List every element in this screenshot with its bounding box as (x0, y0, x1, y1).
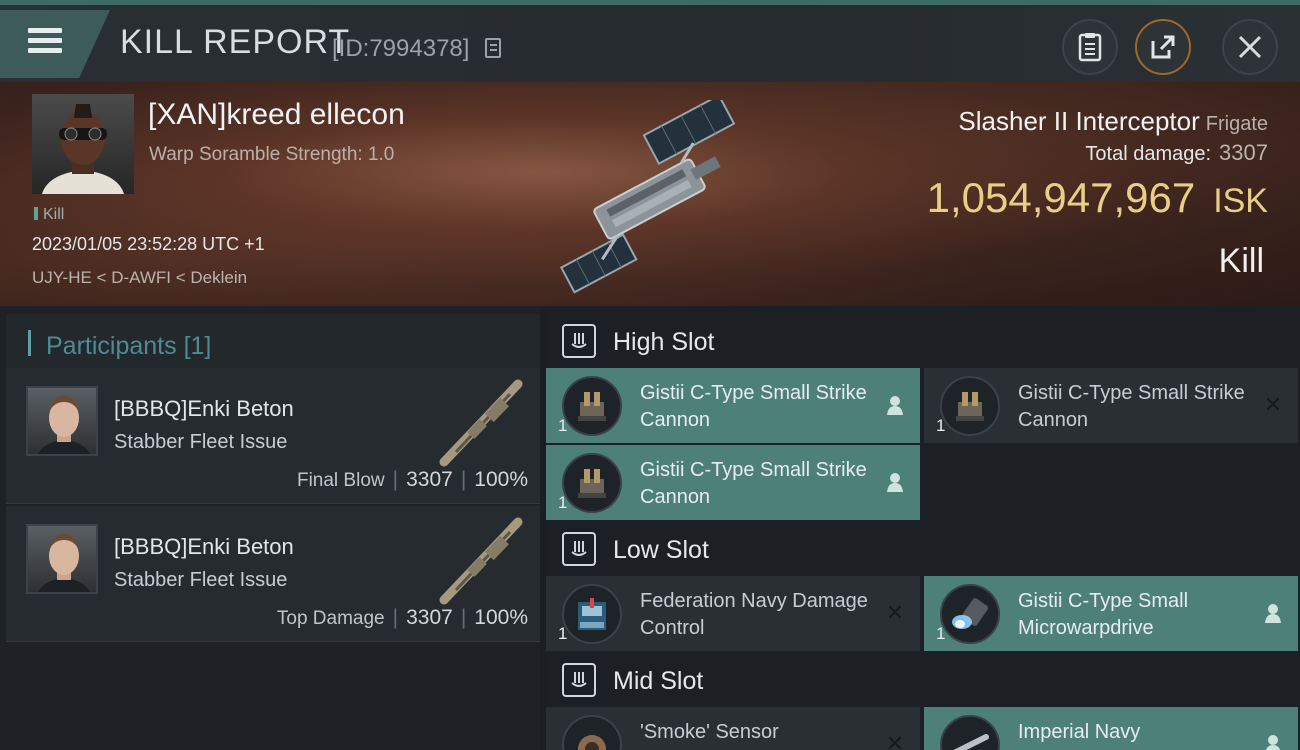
window-title: KILL REPORT (120, 23, 351, 61)
module-low-2[interactable]: 1 Gistii C-Type Small Microwarpdrive (924, 576, 1298, 651)
microwarpdrive-icon (940, 584, 1000, 644)
module-mid-2[interactable]: Imperial Navy (924, 707, 1298, 750)
victim-banner: [XAN]kreed ellecon Warp Soramble Strengt… (0, 82, 1300, 306)
participant-ship[interactable]: Stabber Fleet Issue (114, 569, 287, 592)
module-high-3[interactable]: 1 Gistii C-Type Small Strike Cannon (546, 445, 920, 520)
person-icon (1262, 602, 1284, 624)
module-low-1[interactable]: 1 Federation Navy Damage Control ✕ (546, 576, 920, 651)
kill-datetime: 2023/01/05 23:52:28 UTC +1 (32, 234, 265, 254)
destroyed-x-icon: ✕ (885, 600, 905, 626)
participant-damage: 3307 (406, 606, 453, 629)
high-slot-icon (562, 324, 596, 358)
mid-slot-title: Mid Slot (613, 667, 704, 695)
weapon-icon (439, 379, 523, 467)
participant-percent: 100% (474, 606, 528, 629)
participant-row[interactable]: [BBBQ]Enki Beton Stabber Fleet Issue Fin… (6, 368, 540, 504)
copy-icon[interactable] (485, 38, 501, 58)
mid-slot-icon (562, 663, 596, 697)
participant-stats: Top Damage | 3307 | 100% (276, 606, 528, 629)
module-name: 'Smoke' Sensor (640, 721, 779, 743)
module-name: Gistii C-Type Small Microwarpdrive (1018, 590, 1189, 639)
module-name: Imperial Navy (1018, 721, 1141, 743)
participant-name[interactable]: [BBBQ]Enki Beton (114, 534, 294, 560)
person-icon (884, 394, 906, 416)
person-icon (1262, 733, 1284, 750)
kill-location[interactable]: UJY-HE < D-AWFI < Deklein (32, 268, 247, 288)
cannon-icon (562, 453, 622, 513)
module-mid-1[interactable]: 'Smoke' Sensor ✕ (546, 707, 920, 750)
module-high-1[interactable]: 1 Gistii C-Type Small Strike Cannon (546, 368, 920, 443)
report-id: [ID:7994378] (332, 35, 470, 62)
participant-row[interactable]: [BBBQ]Enki Beton Stabber Fleet Issue Top… (6, 506, 540, 642)
report-log-button[interactable] (1062, 19, 1118, 75)
close-button[interactable] (1222, 19, 1278, 75)
participants-count: [1] (183, 332, 212, 360)
participant-damage: 3307 (406, 468, 453, 491)
cannon-icon (562, 376, 622, 436)
total-damage: Total damage: 3307 (1085, 140, 1268, 165)
participant-portrait[interactable] (26, 386, 98, 456)
mid-slot-header: Mid Slot (546, 649, 1300, 711)
menu-button[interactable] (0, 10, 110, 78)
participant-ship[interactable]: Stabber Fleet Issue (114, 431, 287, 454)
participant-role: Final Blow (296, 470, 385, 491)
cannon-icon (940, 376, 1000, 436)
module-high-2[interactable]: 1 Gistii C-Type Small Strike Cannon ✕ (924, 368, 1298, 443)
participant-stats: Final Blow | 3307 | 100% (296, 468, 528, 491)
high-slot-title: High Slot (613, 328, 715, 356)
module-name: Federation Navy Damage Control (640, 590, 868, 639)
high-slot-header: High Slot (546, 310, 1300, 372)
victim-name[interactable]: [XAN]kreed ellecon (148, 98, 405, 132)
destroyed-x-icon: ✕ (1263, 392, 1283, 418)
warp-scramble-strength: Warp Soramble Strength: 1.0 (149, 144, 395, 165)
low-slot-icon (562, 532, 596, 566)
participant-percent: 100% (474, 468, 528, 491)
close-icon (1238, 35, 1262, 59)
damage-control-icon (562, 584, 622, 644)
low-slot-header: Low Slot (546, 518, 1300, 580)
result-label: Kill (1218, 242, 1264, 280)
ship-render (559, 100, 736, 294)
low-slot-title: Low Slot (613, 536, 709, 564)
sensor-icon (562, 715, 622, 750)
participant-portrait[interactable] (26, 524, 98, 594)
victim-portrait[interactable] (32, 94, 134, 194)
share-button[interactable] (1135, 19, 1191, 75)
participant-role: Top Damage (276, 608, 385, 629)
ship-class: Frigate (1205, 113, 1268, 135)
ship-name[interactable]: Slasher II Interceptor Frigate (958, 106, 1268, 137)
document-icon (1078, 33, 1102, 62)
title-bar: KILL REPORT [ID:7994378] (0, 0, 1300, 82)
module-name: Gistii C-Type Small Strike Cannon (640, 382, 867, 431)
share-icon (1151, 35, 1175, 59)
participant-name[interactable]: [BBBQ]Enki Beton (114, 396, 294, 422)
participants-panel: Participants [1] [BBBQ]Enki Beton Stabbe… (0, 306, 540, 750)
person-icon (884, 471, 906, 493)
module-icon (940, 715, 1000, 750)
participants-header: Participants [1] (6, 314, 540, 370)
fitting-panel: High Slot 1 Gistii C-Type Small Strike C… (546, 306, 1300, 750)
participants-title: Participants (46, 332, 177, 360)
isk-value: 1,054,947,967 ISK (926, 174, 1268, 221)
module-name: Gistii C-Type Small Strike Cannon (1018, 382, 1245, 431)
destroyed-x-icon: ✕ (885, 731, 905, 750)
module-name: Gistii C-Type Small Strike Cannon (640, 459, 867, 508)
weapon-icon (439, 517, 523, 605)
kill-tag: Kill (34, 206, 64, 224)
